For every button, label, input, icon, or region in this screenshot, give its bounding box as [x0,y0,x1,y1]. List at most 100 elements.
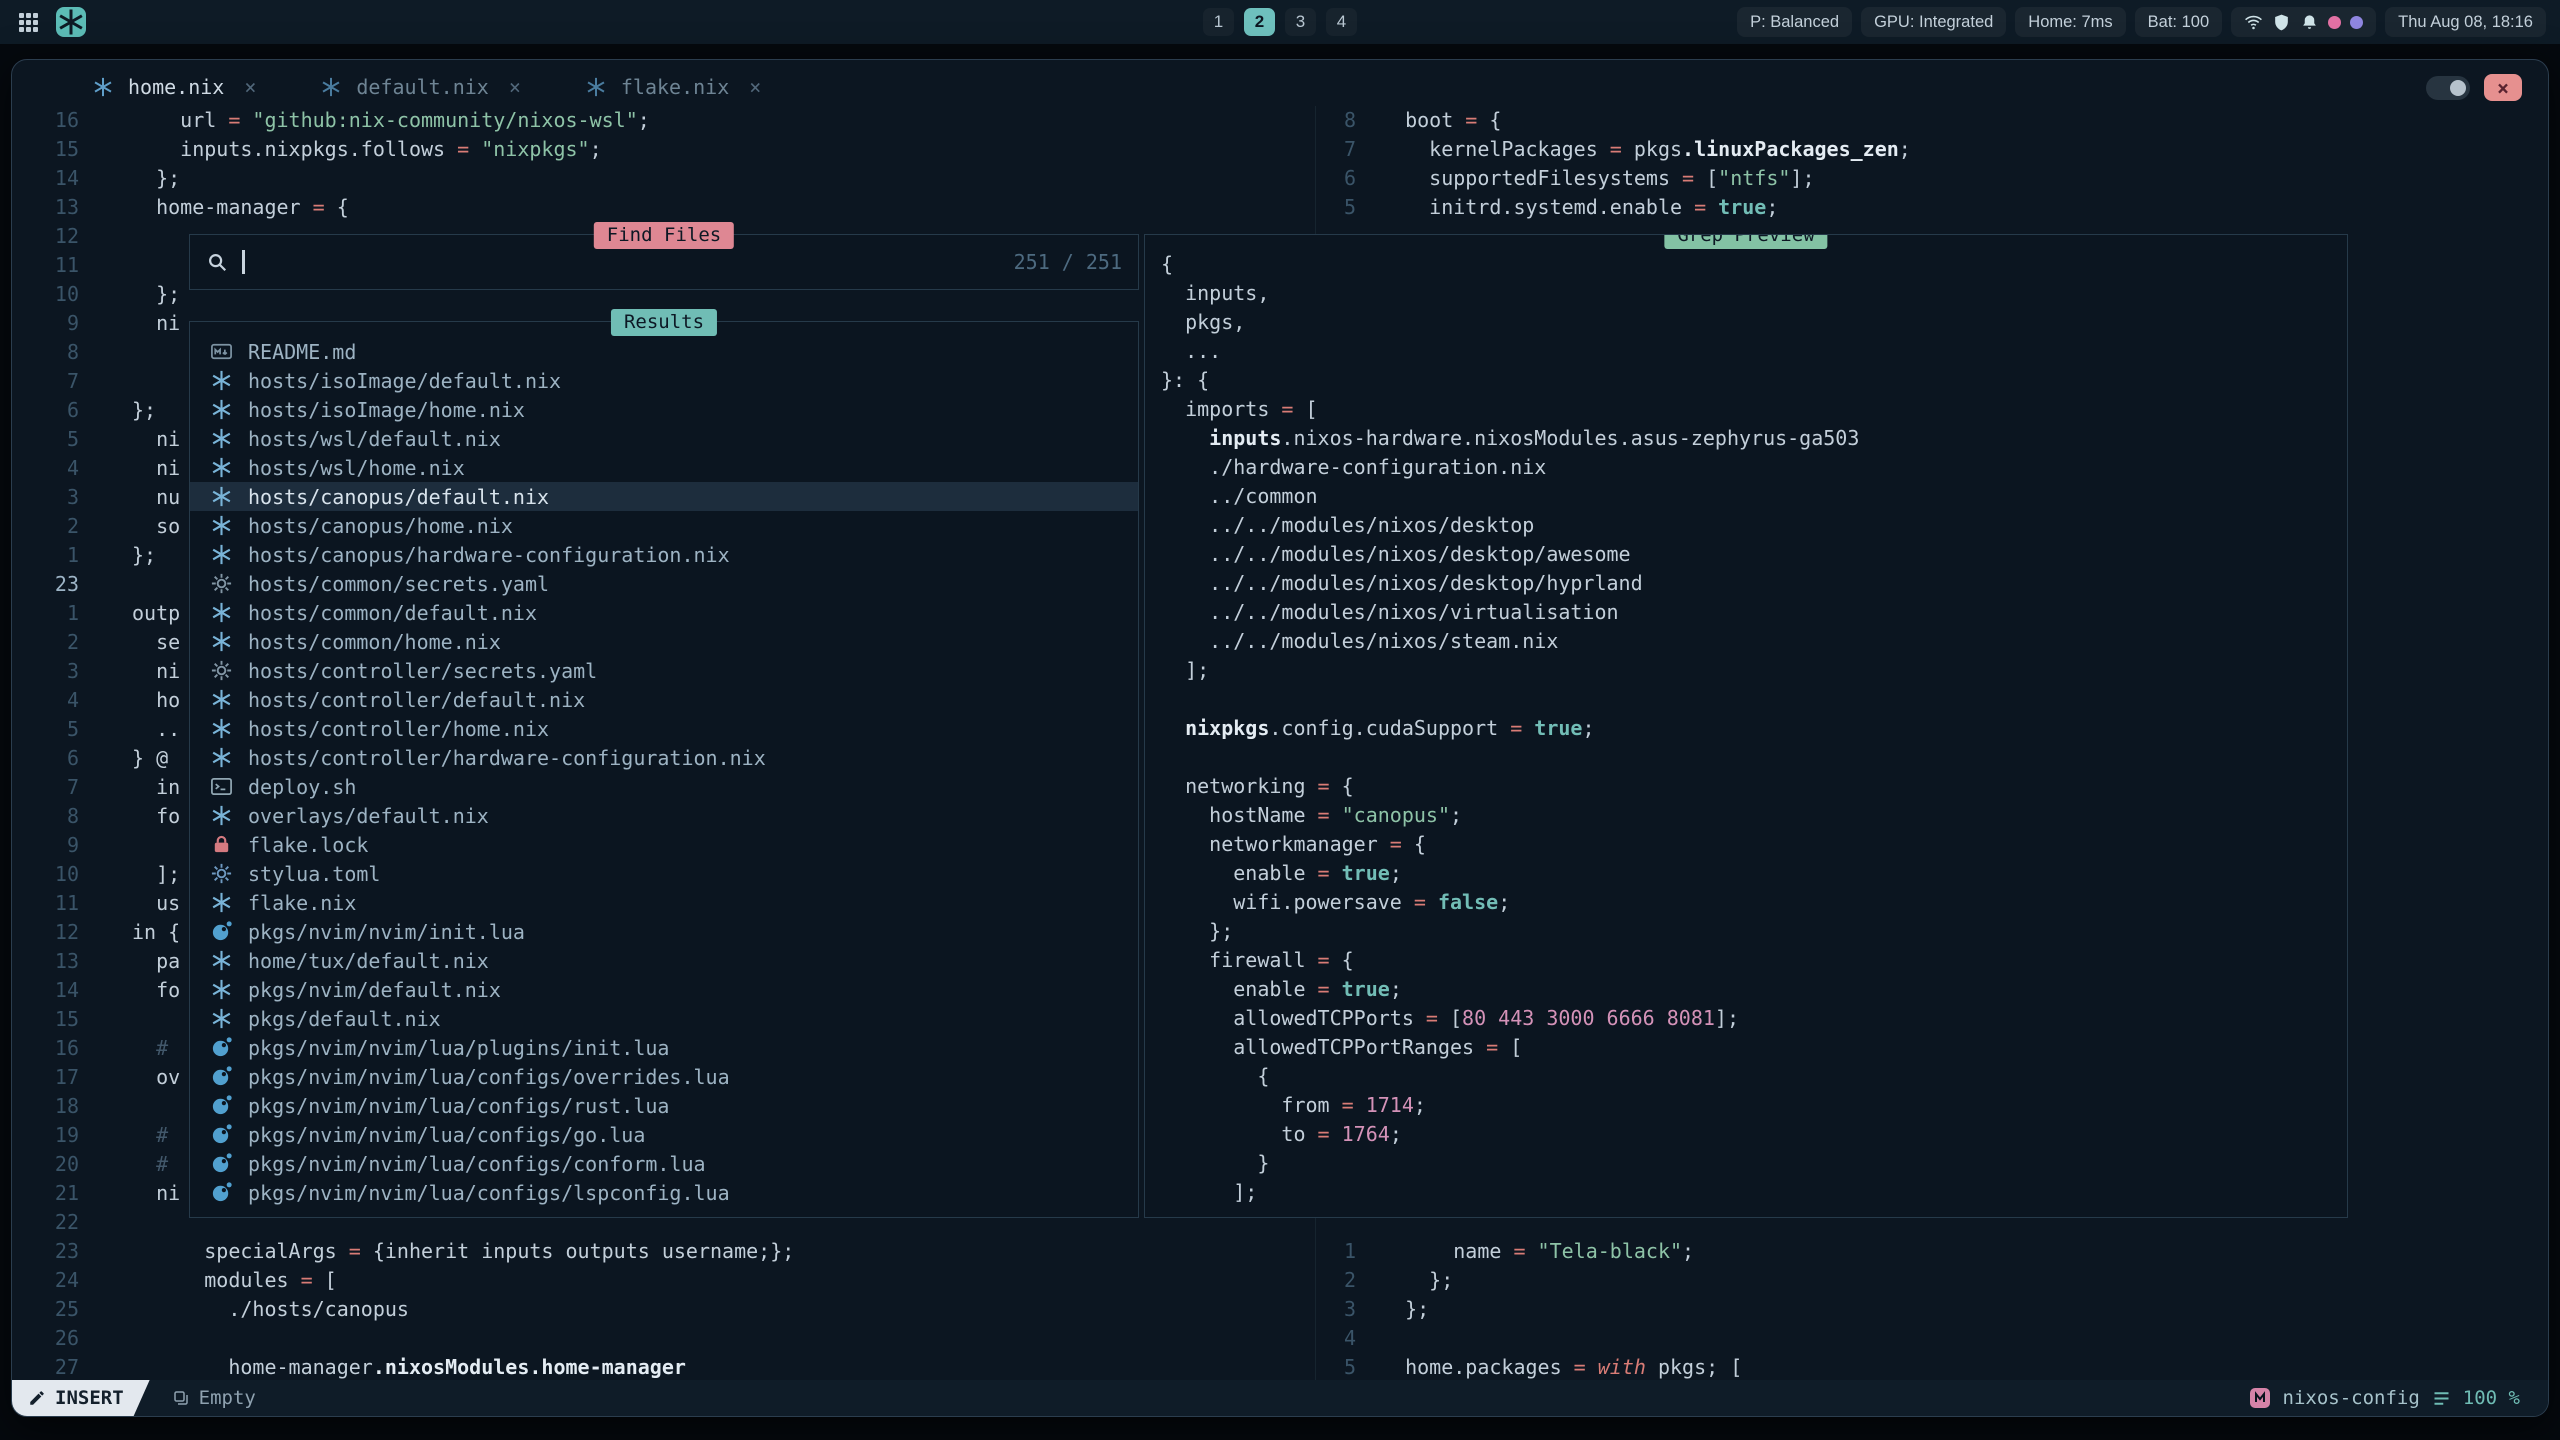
result-item[interactable]: hosts/common/default.nix [190,598,1138,627]
line-number: 2 [1316,1266,1356,1295]
power-profile-module: P: Balanced [1737,7,1852,37]
mode-indicator: INSERT [12,1380,150,1416]
result-item[interactable]: deploy.sh [190,772,1138,801]
buffer-label: Empty [199,1387,256,1409]
result-item[interactable]: overlays/default.nix [190,801,1138,830]
line-number: 27 [12,1353,79,1380]
result-item[interactable]: pkgs/nvim/nvim/lua/configs/overrides.lua [190,1062,1138,1091]
result-item[interactable]: README.md [190,337,1138,366]
screen: { "colors": { "editor_bg": "#0c1621", "t… [0,0,2560,1440]
result-item[interactable]: flake.lock [190,830,1138,859]
code-text [79,1208,132,1237]
code-text: } @ [79,744,168,773]
file-name: pkgs/nvim/nvim/init.lua [248,920,525,944]
apps-grid-icon[interactable] [16,10,40,34]
result-item[interactable]: hosts/common/home.nix [190,627,1138,656]
tray-module[interactable] [2231,7,2376,37]
result-item[interactable]: hosts/controller/default.nix [190,685,1138,714]
code-text: outp [79,599,180,628]
nix-file-icon [210,1007,233,1030]
workspace-4[interactable]: 4 [1326,8,1357,36]
workspace-2[interactable]: 2 [1244,8,1275,36]
sh-file-icon [210,775,233,798]
result-item[interactable]: hosts/controller/home.nix [190,714,1138,743]
tabbar-toggle[interactable] [2426,76,2470,100]
tab-label: flake.nix [621,75,729,99]
grep-preview-pane: Grep Preview { inputs, pkgs, ...}: { imp… [1144,234,2348,1218]
nix-file-icon [585,76,607,98]
result-item[interactable]: hosts/canopus/default.nix [190,482,1138,511]
result-item[interactable]: hosts/wsl/default.nix [190,424,1138,453]
result-item[interactable]: hosts/wsl/home.nix [190,453,1138,482]
code-text: ni [79,657,180,686]
line-number: 8 [1316,106,1356,135]
tab-flake.nix[interactable]: flake.nix × [585,75,761,99]
result-item[interactable]: pkgs/default.nix [190,1004,1138,1033]
line-number: 19 [12,1121,79,1150]
shield-icon[interactable] [2272,13,2291,32]
file-name: hosts/common/default.nix [248,601,537,625]
tab-close-button[interactable]: × [503,75,521,99]
distro-logo-button[interactable] [56,7,86,37]
nix-file-icon [210,485,233,508]
nix-file-icon [210,978,233,1001]
result-item[interactable]: hosts/controller/hardware-configuration.… [190,743,1138,772]
result-item[interactable]: pkgs/nvim/default.nix [190,975,1138,1004]
line-number: 5 [1316,193,1356,222]
topbar-modules: P: BalancedGPU: IntegratedHome: 7msBat: … [1737,7,2560,37]
code-text: ]; [79,860,180,889]
result-item[interactable]: hosts/canopus/hardware-configuration.nix [190,540,1138,569]
code-text [79,222,132,251]
preview-line: ]; [1161,1178,2347,1207]
result-item[interactable]: hosts/isoImage/default.nix [190,366,1138,395]
preview-line: inputs.nixos-hardware.nixosModules.asus-… [1161,424,2347,453]
result-item[interactable]: pkgs/nvim/nvim/init.lua [190,917,1138,946]
dot-violet-icon[interactable] [2350,16,2363,29]
nix-file-icon [210,543,233,566]
code-text: nu [79,483,180,512]
result-item[interactable]: pkgs/nvim/nvim/lua/configs/lspconfig.lua [190,1178,1138,1207]
code-text: .. [79,715,180,744]
preview-line: } [1161,1149,2347,1178]
file-name: hosts/isoImage/home.nix [248,398,525,422]
project-icon [2248,1386,2272,1410]
tab-close-button[interactable]: × [743,75,761,99]
tab-close-button[interactable]: × [238,75,256,99]
find-files-prompt[interactable]: Find Files 251 / 251 [189,234,1139,290]
result-item[interactable]: stylua.toml [190,859,1138,888]
line-number: 26 [12,1324,79,1353]
code-text: kernelPackages = pkgs.linuxPackages_zen; [1356,135,1911,164]
result-item[interactable]: hosts/isoImage/home.nix [190,395,1138,424]
line-number: 9 [12,309,79,338]
wifi-icon[interactable] [2244,13,2263,32]
workspace-3[interactable]: 3 [1285,8,1316,36]
yaml-file-icon [210,659,233,682]
result-item[interactable]: flake.nix [190,888,1138,917]
window-close-button[interactable]: × [2484,74,2522,101]
result-item[interactable]: pkgs/nvim/nvim/lua/configs/conform.lua [190,1149,1138,1178]
workspace-1[interactable]: 1 [1203,8,1234,36]
result-item[interactable]: home/tux/default.nix [190,946,1138,975]
line-number: 1 [1316,1237,1356,1266]
result-item[interactable]: hosts/common/secrets.yaml [190,569,1138,598]
editor-tab-bar: home.nix× default.nix× flake.nix × × [12,60,2548,106]
code-line: 7 kernelPackages = pkgs.linuxPackages_ze… [1316,135,2548,164]
code-text: # [79,1121,168,1150]
nix-file-icon [210,369,233,392]
result-item[interactable]: hosts/controller/secrets.yaml [190,656,1138,685]
tab-home.nix[interactable]: home.nix× [92,75,256,99]
file-name: hosts/controller/home.nix [248,717,549,741]
tab-default.nix[interactable]: default.nix× [320,75,521,99]
line-number: 5 [12,715,79,744]
preview-line: ]; [1161,656,2347,685]
lua-file-icon [210,1181,233,1204]
dot-pink-icon[interactable] [2328,16,2341,29]
result-item[interactable]: hosts/canopus/home.nix [190,511,1138,540]
bell-icon[interactable] [2300,13,2319,32]
result-item[interactable]: pkgs/nvim/nvim/lua/configs/go.lua [190,1120,1138,1149]
line-number: 1 [12,541,79,570]
line-number: 15 [12,1005,79,1034]
result-item[interactable]: pkgs/nvim/nvim/lua/configs/rust.lua [190,1091,1138,1120]
buffer-indicator: Empty [172,1387,256,1409]
result-item[interactable]: pkgs/nvim/nvim/lua/plugins/init.lua [190,1033,1138,1062]
